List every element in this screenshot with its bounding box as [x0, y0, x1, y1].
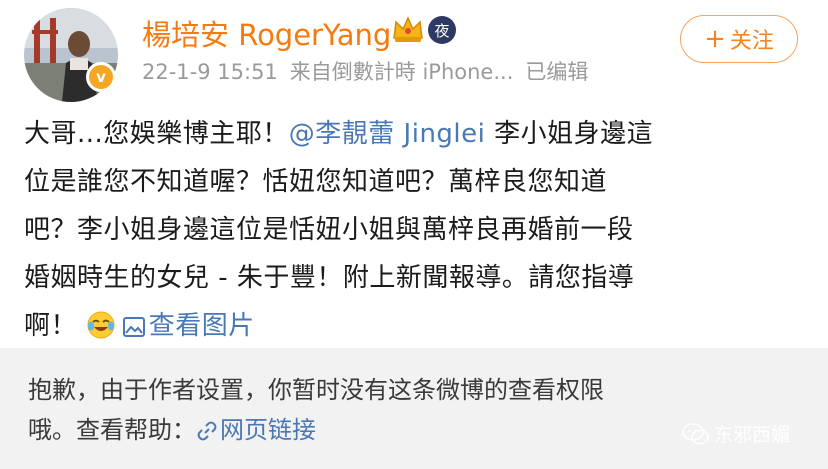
crown-icon	[393, 16, 423, 42]
image-icon	[122, 317, 145, 337]
post-line: 位是誰您不知道喔？恬妞您知道吧？萬梓良您知道	[24, 167, 608, 197]
post-text: 大哥...您娛樂博主耶！	[24, 119, 289, 149]
night-badge: 夜	[428, 16, 456, 44]
notice-text: 抱歉，由于作者设置，你暂时没有这条微博的查看权限 哦。查看帮助： 网页链接	[28, 370, 604, 450]
notice-line: 哦。查看帮助： 网页链接	[28, 410, 604, 450]
help-link[interactable]: 网页链接	[196, 416, 316, 444]
permission-notice: 抱歉，由于作者设置，你暂时没有这条微博的查看权限 哦。查看帮助： 网页链接	[0, 348, 828, 469]
wechat-icon	[682, 422, 709, 444]
post-line: 吧？李小姐身邊這位是恬妞小姐與萬梓良再婚前一段	[24, 215, 634, 245]
plus-icon: +	[704, 24, 726, 54]
post-line: 啊！ 查看图片	[24, 302, 814, 350]
link-icon	[197, 421, 217, 441]
post-text: 啊！	[24, 311, 78, 341]
help-link-label: 网页链接	[220, 416, 316, 444]
verified-badge: v	[86, 62, 116, 92]
edited-label: 已编辑	[525, 60, 589, 84]
username[interactable]: 楊培安 RogerYang	[142, 12, 391, 54]
notice-line: 抱歉，由于作者设置，你暂时没有这条微博的查看权限	[28, 376, 604, 404]
follow-button[interactable]: + 关注	[680, 15, 798, 63]
verified-mark: v	[96, 68, 106, 86]
timestamp: 22-1-9 15:51	[142, 60, 278, 84]
post-body: 大哥...您娛樂博主耶！@李靚蕾 Jinglei 李小姐身邊這 位是誰您不知道喔…	[24, 110, 814, 350]
post-line: 大哥...您娛樂博主耶！@李靚蕾 Jinglei 李小姐身邊這	[24, 110, 814, 158]
laughing-crying-emoji-icon	[87, 311, 115, 339]
source[interactable]: 来自倒數計時 iPhone...	[290, 60, 514, 84]
post-text: 李小姐身邊這	[485, 119, 654, 149]
view-pictures-link[interactable]: 查看图片	[122, 311, 255, 341]
watermark-label: 东邪西媚	[714, 424, 791, 446]
follow-label: 关注	[729, 29, 774, 54]
watermark: 东邪西媚	[682, 420, 790, 447]
mention-link[interactable]: @李靚蕾 Jinglei	[289, 119, 486, 149]
view-pictures-label: 查看图片	[148, 311, 255, 341]
post-meta: 22-1-9 15:51 来自倒數計時 iPhone... 已编辑	[142, 56, 588, 86]
night-badge-label: 夜	[434, 21, 450, 40]
notice-prefix: 哦。查看帮助：	[28, 416, 196, 444]
post-line: 婚姻時生的女兒 - 朱于豐！附上新聞報導。請您指導	[24, 263, 635, 293]
